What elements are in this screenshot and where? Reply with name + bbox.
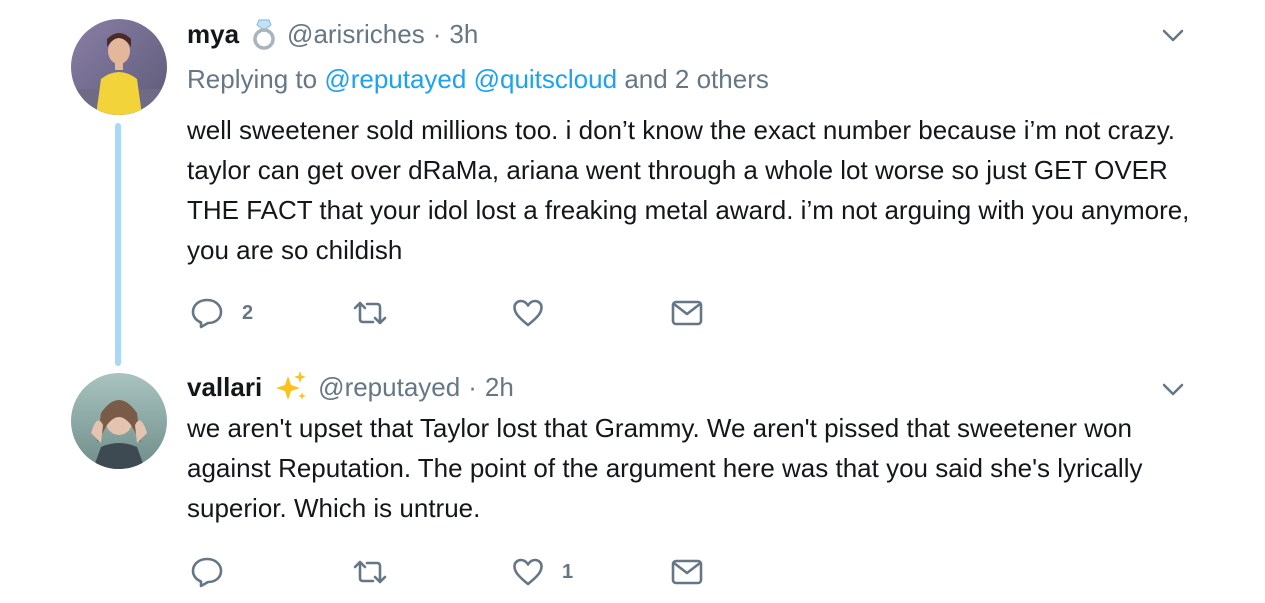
retweet-button[interactable]: [352, 296, 406, 330]
tweet-vallari[interactable]: vallari @reputayed · 2h we aren't upset …: [0, 352, 1265, 603]
replying-others[interactable]: and 2 others: [624, 64, 769, 94]
like-button[interactable]: 1: [512, 555, 573, 589]
user-handle[interactable]: @reputayed: [318, 372, 460, 403]
tweet-text: well sweetener sold millions too. i don’…: [187, 115, 1190, 265]
reply-button[interactable]: 2: [190, 296, 253, 330]
retweet-icon: [352, 558, 388, 586]
avatar[interactable]: [71, 373, 167, 469]
tweet-actions: 1: [190, 555, 730, 589]
direct-message-button[interactable]: [671, 555, 703, 589]
replying-prefix: Replying to: [187, 64, 318, 94]
sparkles-icon: [274, 370, 308, 404]
mention-link[interactable]: @reputayed: [324, 64, 466, 94]
ring-icon: [251, 18, 277, 50]
envelope-icon: [671, 559, 703, 585]
chevron-down-icon[interactable]: [1159, 376, 1187, 404]
chevron-down-icon[interactable]: [1159, 22, 1187, 50]
heart-icon: [512, 557, 544, 587]
retweet-button[interactable]: [352, 555, 406, 589]
thread-connector-line: [115, 123, 121, 366]
tweet-mya[interactable]: mya @arisriches · 3h Replying to @reputa…: [0, 0, 1265, 366]
reply-icon: [190, 556, 224, 588]
timestamp[interactable]: 3h: [449, 19, 478, 50]
avatar-photo-mya: [71, 19, 167, 115]
tweet-header: vallari @reputayed · 2h: [187, 370, 514, 404]
avatar[interactable]: [71, 19, 167, 115]
reply-icon: [190, 297, 224, 329]
retweet-icon: [352, 299, 388, 327]
display-name[interactable]: vallari: [187, 372, 262, 403]
user-handle[interactable]: @arisriches: [287, 19, 425, 50]
tweet-actions: 2: [190, 296, 730, 330]
avatar-photo-vallari: [71, 373, 167, 469]
display-name[interactable]: mya: [187, 19, 239, 50]
reply-count: 2: [242, 301, 254, 324]
replying-to: Replying to @reputayed @quitscloud and 2…: [187, 64, 769, 95]
mention-link[interactable]: @quitscloud: [474, 64, 617, 94]
envelope-icon: [671, 300, 703, 326]
heart-icon: [512, 298, 544, 328]
timestamp[interactable]: 2h: [485, 372, 514, 403]
like-button[interactable]: [512, 296, 562, 330]
separator-dot: ·: [432, 18, 442, 49]
direct-message-button[interactable]: [671, 296, 703, 330]
separator-dot: ·: [468, 371, 477, 402]
reply-button[interactable]: [190, 555, 242, 589]
like-count: 1: [562, 560, 574, 583]
tweet-text: we aren't upset that Taylor lost that Gr…: [187, 413, 1143, 523]
tweet-header: mya @arisriches · 3h: [187, 17, 478, 51]
